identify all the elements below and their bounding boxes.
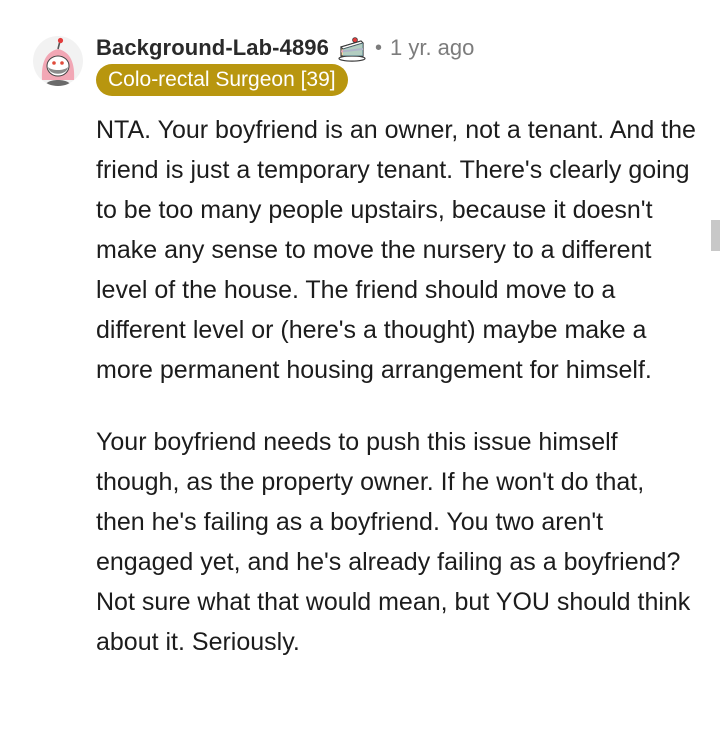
comment: Background-Lab-4896 • 1 yr. ago Colo-rec… [0,0,720,747]
comment-age: 1 yr. ago [389,35,475,60]
comment-paragraph: NTA. Your boyfriend is an owner, not a t… [96,116,696,384]
comment-body: NTA. Your boyfriend is an owner, not a t… [96,110,696,662]
author-username[interactable]: Background-Lab-4896 [96,35,329,61]
comment-header: Background-Lab-4896 • 1 yr. ago [96,32,474,64]
meta-separator: • [374,36,382,59]
user-flair-badge: Colo-rectal Surgeon [39] [96,64,348,96]
comment-paragraph: Your boyfriend needs to push this issue … [96,428,691,656]
cake-icon [337,34,367,62]
scrollbar-thumb[interactable] [711,220,720,251]
user-avatar-icon[interactable] [33,36,83,86]
